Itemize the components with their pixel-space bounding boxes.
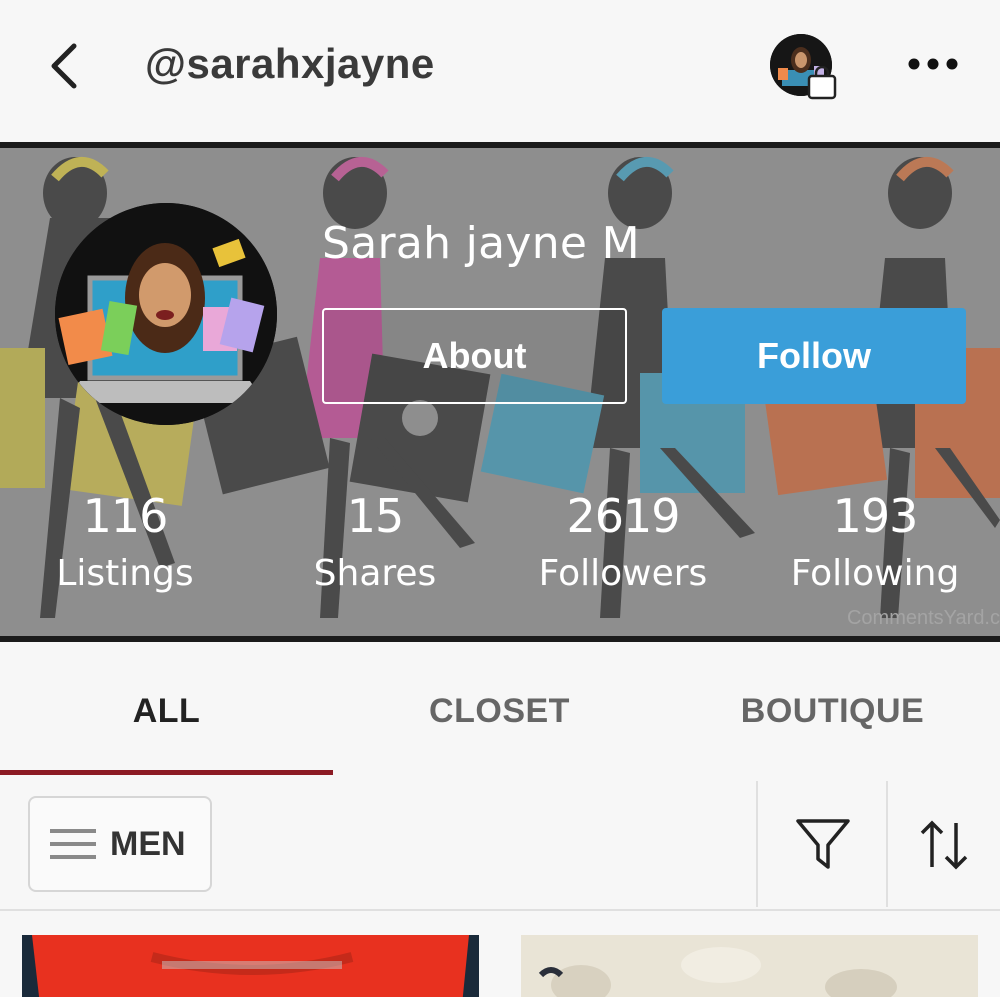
stat-followers[interactable]: 2619 Followers (503, 488, 743, 604)
stat-value: 193 (832, 489, 919, 543)
listings-grid (0, 913, 1000, 997)
tab-all[interactable]: ALL (0, 692, 333, 731)
stat-value: 2619 (566, 489, 680, 543)
follow-button[interactable]: Follow (662, 308, 966, 404)
about-button[interactable]: About (322, 308, 627, 404)
top-bar: @sarahxjayne (0, 0, 1000, 140)
shopping-bag-icon (807, 66, 837, 100)
profile-username: @sarahxjayne (145, 40, 435, 87)
stat-label: Following (790, 553, 960, 594)
hamburger-menu-icon (50, 829, 96, 859)
stat-following[interactable]: 193 Following (755, 488, 995, 604)
more-options-button[interactable] (900, 44, 970, 84)
chevron-left-icon (51, 43, 77, 89)
sort-arrows-icon (920, 820, 968, 870)
bitmoji-avatar-image (55, 203, 277, 425)
profile-cover: Sarah jayne M About Follow 116 Listings … (0, 142, 1000, 642)
stat-label: Shares (313, 553, 437, 594)
department-label: MEN (110, 824, 186, 863)
filter-toolbar: MEN (0, 775, 1000, 911)
stat-shares[interactable]: 15 Shares (255, 488, 495, 604)
toolbar-divider (886, 781, 888, 907)
stat-listings[interactable]: 116 Listings (5, 488, 245, 604)
profile-avatar[interactable] (55, 203, 277, 425)
fleece-photo (521, 935, 978, 997)
department-selector-button[interactable]: MEN (28, 796, 212, 892)
shop-avatar-button[interactable] (770, 34, 837, 100)
stat-value: 15 (346, 489, 405, 543)
back-button[interactable] (40, 38, 90, 94)
sort-button[interactable] (916, 815, 972, 875)
closet-tabs: ALL CLOSET BOUTIQUE (0, 648, 1000, 775)
filter-icon (796, 819, 850, 869)
toolbar-divider (756, 781, 758, 907)
stat-label: Listings (56, 553, 194, 594)
more-horizontal-icon (908, 58, 958, 70)
tab-boutique[interactable]: BOUTIQUE (666, 692, 999, 731)
stat-label: Followers (538, 553, 708, 594)
red-shirt-photo (22, 935, 479, 997)
cover-watermark: CommentsYard.c (846, 607, 1000, 629)
listing-card[interactable] (521, 935, 978, 997)
tab-closet[interactable]: CLOSET (333, 692, 666, 731)
listing-card[interactable] (22, 935, 479, 997)
profile-display-name: Sarah jayne M (322, 218, 640, 269)
filter-button[interactable] (794, 815, 852, 873)
stat-value: 116 (82, 489, 169, 543)
